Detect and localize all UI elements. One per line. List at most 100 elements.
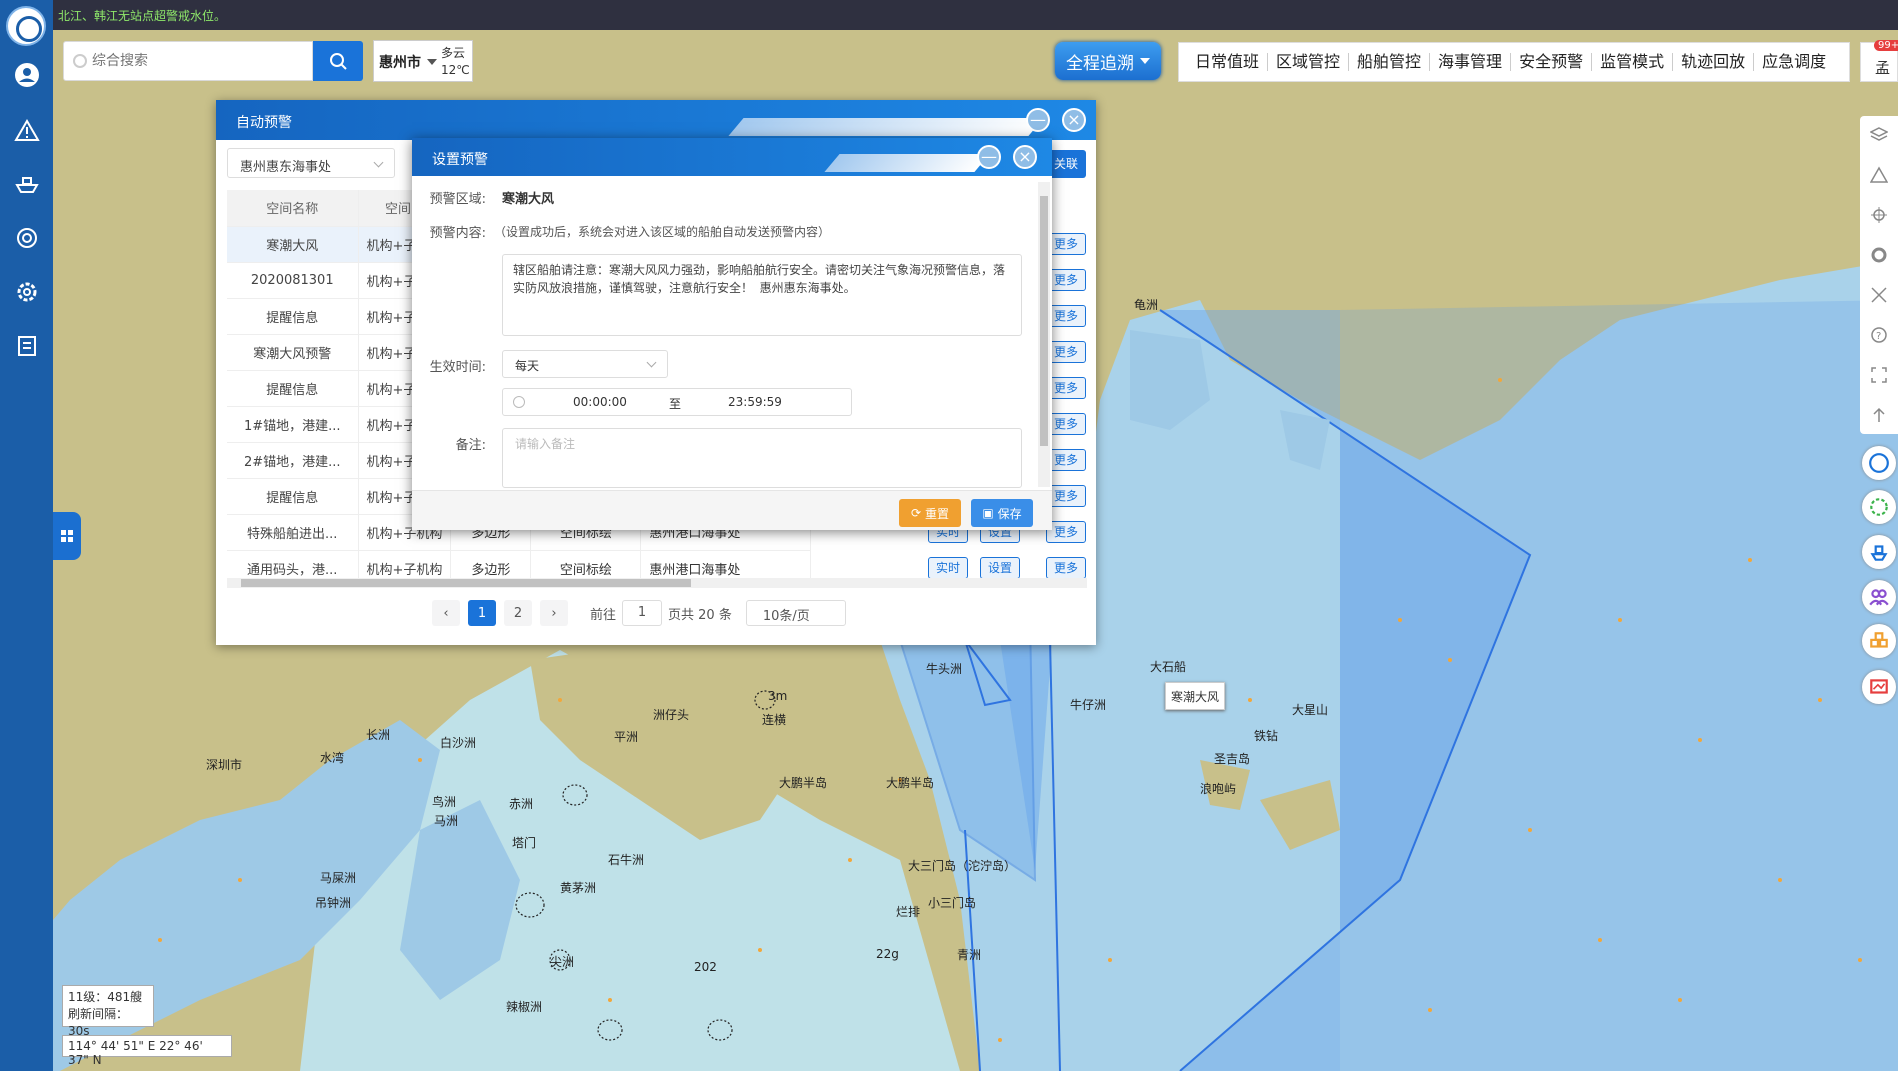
horizontal-scrollbar[interactable] xyxy=(227,578,1087,588)
more-button[interactable]: 更多 xyxy=(1046,449,1086,471)
save-button[interactable]: ▣ 保存 xyxy=(971,499,1033,527)
next-page-button[interactable]: › xyxy=(540,600,568,626)
locate-icon[interactable] xyxy=(1870,206,1888,224)
warning-icon[interactable] xyxy=(1870,166,1888,184)
menu-item-duty[interactable]: 日常值班 xyxy=(1187,53,1269,71)
menu-item-supervise[interactable]: 监管模式 xyxy=(1592,53,1674,71)
layers-icon[interactable] xyxy=(1870,126,1888,144)
menu-item-playback[interactable]: 轨迹回放 xyxy=(1673,53,1755,71)
notification-badge: 99+ xyxy=(1874,40,1898,51)
map-toolbar: ? xyxy=(1860,116,1898,434)
more-button[interactable]: 更多 xyxy=(1046,233,1086,255)
map-label: 大石船 xyxy=(1150,660,1187,674)
people-icon[interactable] xyxy=(1862,580,1896,614)
relate-button[interactable]: 关联 xyxy=(1046,150,1086,178)
map-label: 3m xyxy=(768,689,788,703)
map-label: 洲仔头 xyxy=(653,708,690,722)
goto-label: 前往 xyxy=(590,607,617,623)
report-icon[interactable] xyxy=(1862,670,1896,704)
menu-item-maritime[interactable]: 海事管理 xyxy=(1430,53,1512,71)
notice-text: 北江、韩江无站点超警戒水位。 xyxy=(58,9,227,23)
search-input[interactable] xyxy=(92,42,302,78)
remark-input[interactable]: 请输入备注 xyxy=(502,428,1022,488)
more-button[interactable]: 更多 xyxy=(1046,377,1086,399)
more-button[interactable]: 更多 xyxy=(1046,269,1086,291)
map-label: 202 xyxy=(694,960,717,974)
effective-label: 生效时间: xyxy=(429,360,486,375)
map-label: 牛仔洲 xyxy=(1070,698,1107,712)
pagination: ‹ 1 2 › 前往 1 页共 20 条 10条/页 xyxy=(432,600,846,626)
logo xyxy=(6,6,46,46)
ship-icon[interactable] xyxy=(12,169,41,198)
clipboard-icon[interactable] xyxy=(12,330,41,359)
more-button[interactable]: 更多 xyxy=(1046,305,1086,327)
more-button[interactable]: 更多 xyxy=(1046,341,1086,363)
network-icon[interactable] xyxy=(1862,490,1896,524)
more-button[interactable]: 更多 xyxy=(1046,485,1086,507)
total-count: 页共 20 条 xyxy=(668,607,732,623)
search-button[interactable] xyxy=(313,41,363,81)
dialog-footer: ⟳ 重置 ▣ 保存 xyxy=(412,490,1052,530)
page-button[interactable]: 1 xyxy=(468,600,496,626)
fullscreen-icon[interactable] xyxy=(1870,366,1888,384)
minimize-button[interactable]: — xyxy=(977,145,1001,169)
time-range-picker[interactable]: 00:00:00 至 23:59:59 xyxy=(502,388,852,416)
user-menu[interactable]: 99+ 孟 xyxy=(1860,40,1898,82)
map-label: 辣椒洲 xyxy=(506,1000,543,1014)
user-icon[interactable] xyxy=(12,60,41,89)
map-label: 烂排 xyxy=(896,905,921,919)
map-label: 小三门岛 xyxy=(928,896,977,910)
map-label: 大鹏半岛 xyxy=(779,776,828,790)
more-button[interactable]: 更多 xyxy=(1046,413,1086,435)
tools-icon[interactable] xyxy=(1870,286,1888,304)
close-button[interactable]: × xyxy=(1062,108,1086,132)
area-tag[interactable]: 寒潮大风 xyxy=(1165,682,1225,710)
user-label: 孟 xyxy=(1875,59,1891,77)
track-button[interactable]: 全程追溯 xyxy=(1055,42,1161,80)
prev-page-button[interactable]: ‹ xyxy=(432,600,460,626)
page-button[interactable]: 2 xyxy=(504,600,532,626)
ship-count-panel: 11级：481艘 刷新间隔：30s xyxy=(62,985,154,1038)
menu-item-emergency[interactable]: 应急调度 xyxy=(1754,53,1834,71)
svg-text:?: ? xyxy=(1876,331,1881,342)
lifebuoy-icon[interactable] xyxy=(12,223,41,252)
anchor-icon[interactable] xyxy=(1862,535,1896,569)
target-icon[interactable] xyxy=(1870,246,1888,264)
panel-toggle-button[interactable] xyxy=(53,512,81,560)
boxes-icon[interactable] xyxy=(1862,624,1896,658)
support-icon[interactable] xyxy=(1862,446,1896,480)
map-label: 连横 xyxy=(762,713,787,727)
reset-button[interactable]: ⟳ 重置 xyxy=(899,499,961,527)
org-select[interactable]: 惠州惠东海事处 xyxy=(227,148,395,178)
more-button[interactable]: 更多 xyxy=(1046,521,1086,543)
map-label: 马洲 xyxy=(434,814,459,828)
alert-icon[interactable] xyxy=(12,116,41,145)
effective-select[interactable]: 每天 xyxy=(502,350,668,378)
more-button[interactable]: 更多 xyxy=(1046,557,1086,579)
map-label: 塔门 xyxy=(512,836,537,850)
city-weather[interactable]: 惠州市 多云 12℃ xyxy=(373,40,473,82)
content-textarea[interactable]: 辖区船舶请注意：寒潮大风风力强劲，影响船舶航行安全。请密切关注气象海况预警信息，… xyxy=(502,254,1022,336)
menu-item-ship[interactable]: 船舶管控 xyxy=(1349,53,1431,71)
realtime-button[interactable]: 实时 xyxy=(928,557,968,579)
page-size-select[interactable]: 10条/页 xyxy=(745,600,846,626)
minimize-button[interactable]: — xyxy=(1026,108,1050,132)
map-label: 长洲 xyxy=(366,728,391,742)
time-end: 23:59:59 xyxy=(728,395,782,409)
settings-button[interactable]: 设置 xyxy=(980,557,1020,579)
vertical-scrollbar[interactable] xyxy=(1038,182,1050,487)
map-label: 平洲 xyxy=(614,730,639,744)
clock-icon xyxy=(513,396,525,408)
dialog-title: 自动预警 xyxy=(236,115,292,131)
help-icon[interactable]: ? xyxy=(1870,326,1888,344)
close-button[interactable]: × xyxy=(1013,145,1037,169)
menu-item-area[interactable]: 区域管控 xyxy=(1268,53,1350,71)
settings-icon[interactable] xyxy=(12,277,41,306)
menu-item-warning[interactable]: 安全预警 xyxy=(1511,53,1593,71)
map-label: 22g xyxy=(876,947,899,961)
arrow-up-icon[interactable] xyxy=(1870,406,1888,424)
content-label: 预警内容: xyxy=(429,226,486,241)
dialog-header: 设置预警 — × xyxy=(412,138,1052,176)
top-menu: 日常值班 区域管控 船舶管控 海事管理 安全预警 监管模式 轨迹回放 应急调度 xyxy=(1178,42,1850,82)
goto-page-input[interactable]: 1 xyxy=(622,600,663,626)
